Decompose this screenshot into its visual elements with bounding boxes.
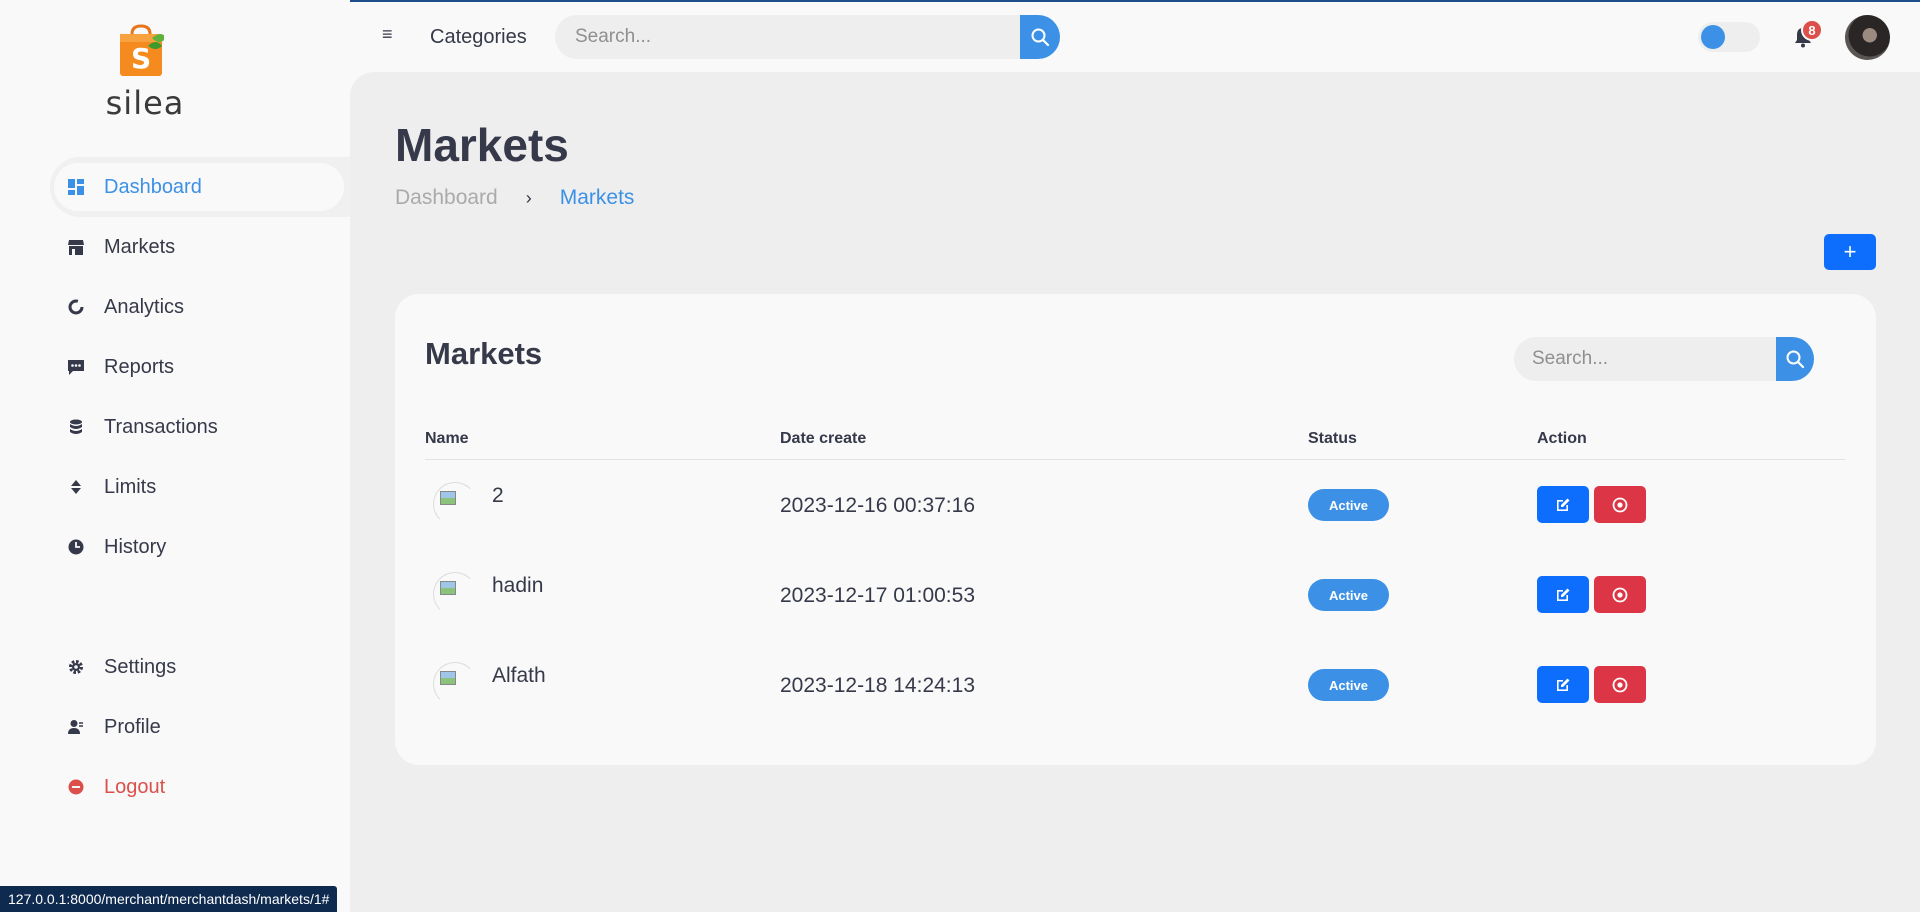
- sidebar-item-label: Reports: [104, 355, 175, 378]
- edit-button[interactable]: [1537, 576, 1589, 613]
- disable-button[interactable]: [1594, 486, 1646, 523]
- edit-button[interactable]: [1537, 486, 1589, 523]
- market-image: [433, 662, 477, 706]
- search-icon: [1031, 28, 1050, 47]
- edit-button[interactable]: [1537, 666, 1589, 703]
- page-title: Markets: [395, 119, 569, 171]
- column-header-status: Status: [1308, 430, 1357, 447]
- menu-icon[interactable]: ≡: [382, 25, 398, 43]
- column-header-date: Date create: [780, 430, 867, 447]
- nav-search-form: Search...: [555, 15, 1060, 59]
- sidebar-item-label: Settings: [104, 655, 177, 678]
- toggle-knob: [1701, 25, 1725, 49]
- user-avatar[interactable]: [1845, 15, 1890, 60]
- table-row: 2 2023-12-16 00:37:16 Active: [425, 460, 1845, 550]
- stop-circle-icon: [1612, 677, 1628, 692]
- sidebar-item-markets[interactable]: Markets: [50, 217, 350, 277]
- browser-status-url: 127.0.0.1:8000/merchant/merchantdash/mar…: [0, 886, 338, 912]
- clock-icon: [68, 539, 84, 555]
- sidebar-item-history[interactable]: History: [50, 517, 350, 577]
- sidebar-item-label: Profile: [104, 715, 161, 738]
- market-name: hadin: [492, 574, 544, 597]
- sidebar-item-dashboard[interactable]: Dashboard: [50, 157, 350, 217]
- column-header-action: Action: [1537, 430, 1587, 447]
- sidebar-item-settings[interactable]: Settings: [50, 637, 350, 697]
- status-badge: Active: [1308, 669, 1389, 701]
- sidebar-item-label: Transactions: [104, 415, 218, 438]
- market-image: [433, 572, 477, 616]
- sidebar-item-label: Limits: [104, 475, 157, 498]
- card-title: Markets: [425, 336, 543, 371]
- notification-count-badge: 8: [1801, 19, 1823, 41]
- gear-icon: [68, 659, 84, 675]
- doughnut-chart-icon: [68, 299, 84, 315]
- market-date: 2023-12-18 14:24:13: [780, 674, 975, 697]
- table-row: hadin 2023-12-17 01:00:53 Active: [425, 550, 1845, 640]
- sidebar-item-reports[interactable]: Reports: [50, 337, 350, 397]
- edit-icon: [1557, 588, 1570, 601]
- sidebar-item-limits[interactable]: Limits: [50, 457, 350, 517]
- market-date: 2023-12-16 00:37:16: [780, 494, 975, 517]
- table-row: Alfath 2023-12-18 14:24:13 Active: [425, 640, 1845, 730]
- stop-circle-icon: [1612, 497, 1628, 512]
- market-name: 2: [492, 484, 504, 507]
- store-icon: [68, 239, 84, 255]
- main-content: Markets Dashboard › Markets + Markets Se…: [350, 72, 1920, 912]
- edit-icon: [1557, 678, 1570, 691]
- top-nav: ≡ Categories Search... 8: [350, 2, 1920, 72]
- nav-search-input[interactable]: Search...: [555, 15, 1020, 59]
- sidebar-item-label: Markets: [104, 235, 176, 258]
- breadcrumb: Dashboard › Markets: [395, 186, 634, 210]
- disable-button[interactable]: [1594, 576, 1646, 613]
- sidebar-item-logout[interactable]: Logout: [50, 757, 350, 817]
- shopping-bag-logo-icon: S: [120, 24, 164, 76]
- chevron-right-icon: ›: [525, 187, 532, 208]
- disable-button[interactable]: [1594, 666, 1646, 703]
- breadcrumb-dashboard-link[interactable]: Dashboard: [395, 186, 498, 210]
- sidebar-item-transactions[interactable]: Transactions: [50, 397, 350, 457]
- search-icon: [1786, 350, 1805, 369]
- table-search-button[interactable]: [1776, 337, 1814, 381]
- sidebar: S silea Dashboard Markets Analytics Repo…: [0, 0, 350, 912]
- sort-icon: [68, 479, 84, 495]
- sidebar-item-profile[interactable]: Profile: [50, 697, 350, 757]
- dashboard-icon: [68, 179, 84, 195]
- sidebar-item-label: History: [104, 535, 167, 558]
- user-icon: [68, 719, 84, 735]
- stop-circle-icon: [1612, 587, 1628, 602]
- side-menu: Dashboard Markets Analytics Reports Tran…: [50, 157, 350, 577]
- table-header: Name Date create Status Action: [425, 420, 1845, 460]
- table-search-input[interactable]: Search...: [1514, 337, 1776, 381]
- status-badge: Active: [1308, 489, 1389, 521]
- logout-icon: [68, 779, 84, 795]
- theme-toggle-switch[interactable]: [1698, 22, 1760, 52]
- svg-text:S: S: [131, 42, 151, 75]
- status-badge: Active: [1308, 579, 1389, 611]
- market-date: 2023-12-17 01:00:53: [780, 584, 975, 607]
- brand-logo[interactable]: S silea: [100, 20, 190, 122]
- sidebar-item-label: Dashboard: [104, 175, 202, 198]
- market-name: Alfath: [492, 664, 546, 687]
- sidebar-item-analytics[interactable]: Analytics: [50, 277, 350, 337]
- nav-categories-link[interactable]: Categories: [430, 26, 527, 49]
- side-menu-bottom: Settings Profile Logout: [50, 637, 350, 817]
- sidebar-item-label: Analytics: [104, 295, 185, 318]
- sidebar-item-label: Logout: [104, 775, 166, 798]
- table-search-form: Search...: [1514, 337, 1814, 381]
- markets-card: Markets Search... Name Date create Statu…: [395, 294, 1876, 765]
- market-image: [433, 482, 477, 526]
- nav-search-button[interactable]: [1020, 15, 1060, 59]
- add-market-button[interactable]: +: [1824, 234, 1876, 270]
- coins-icon: [68, 419, 84, 435]
- edit-icon: [1557, 498, 1570, 511]
- message-dots-icon: [68, 359, 84, 375]
- breadcrumb-current[interactable]: Markets: [560, 186, 635, 210]
- column-header-name: Name: [425, 430, 469, 447]
- brand-name: silea: [105, 84, 185, 122]
